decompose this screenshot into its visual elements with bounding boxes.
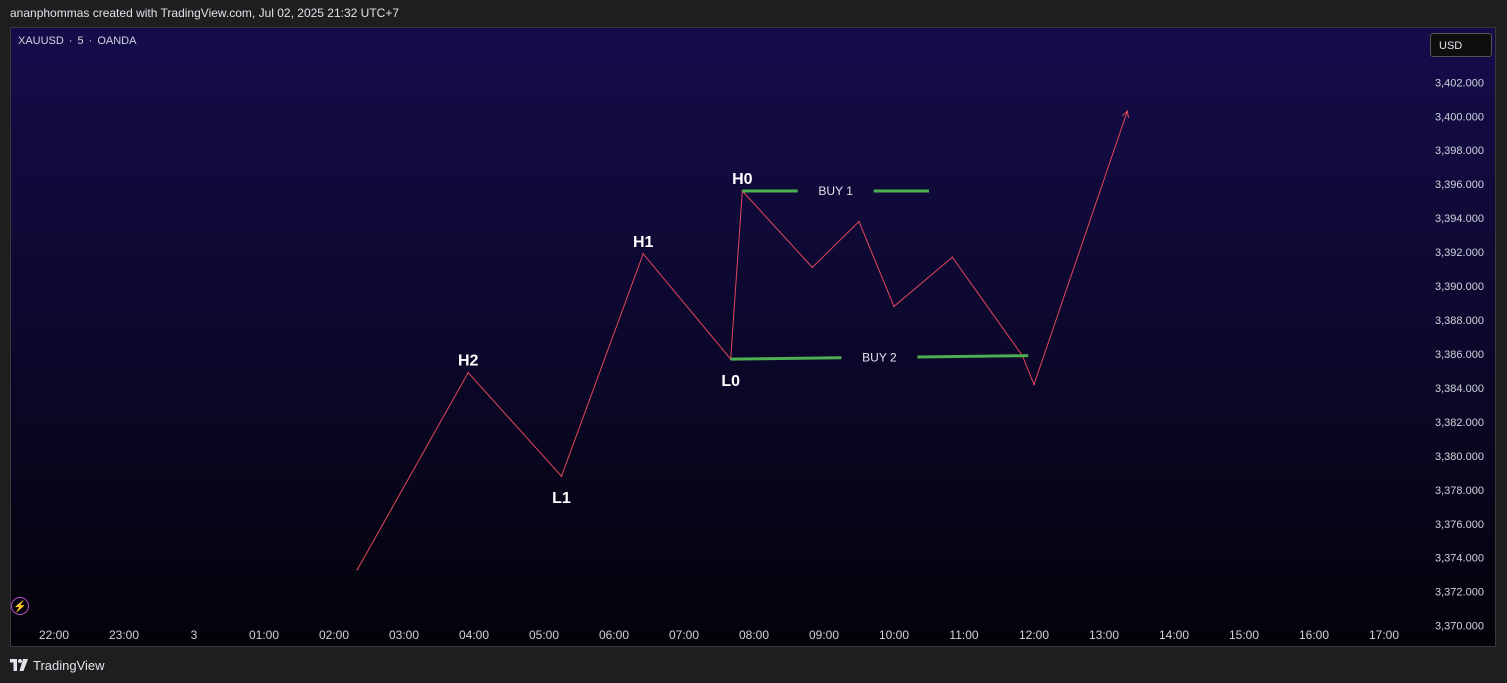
buy-level-label: BUY 2 bbox=[862, 350, 897, 364]
footer-brand[interactable]: TradingView bbox=[10, 655, 105, 675]
x-tick-label: 05:00 bbox=[529, 628, 559, 642]
y-tick-label: 3,384.000 bbox=[1435, 383, 1484, 395]
price-point bbox=[951, 256, 954, 259]
pivot-label: H0 bbox=[732, 171, 753, 188]
x-tick-label: 07:00 bbox=[669, 628, 699, 642]
x-tick-label: 04:00 bbox=[459, 628, 489, 642]
buy-level-label: BUY 1 bbox=[818, 184, 853, 198]
y-tick-label: 3,396.000 bbox=[1435, 179, 1484, 191]
x-tick-label: 03:00 bbox=[389, 628, 419, 642]
y-tick-label: 3,402.000 bbox=[1435, 77, 1484, 89]
y-tick-label: 3,376.000 bbox=[1435, 519, 1484, 531]
price-chart[interactable]: 22:00 23:00 3 01:00 02:00 03:00 04:00 05:00 06:0… bbox=[11, 28, 1495, 646]
x-tick-label: 02:00 bbox=[319, 628, 349, 642]
y-tick-label: 3,374.000 bbox=[1435, 553, 1484, 565]
x-tick-label: 14:00 bbox=[1159, 628, 1189, 642]
y-tick-label: 3,400.000 bbox=[1435, 111, 1484, 123]
price-point bbox=[560, 475, 563, 478]
y-tick-label: 3,392.000 bbox=[1435, 247, 1484, 259]
pivot-label: L0 bbox=[721, 373, 740, 390]
x-tick-label: 06:00 bbox=[599, 628, 629, 642]
x-tick-label: 12:00 bbox=[1019, 628, 1049, 642]
pivot-label: H2 bbox=[458, 353, 479, 370]
x-tick-label: 08:00 bbox=[739, 628, 769, 642]
x-tick-label: 11:00 bbox=[949, 628, 978, 642]
x-tick-label: 17:00 bbox=[1369, 628, 1399, 642]
x-tick-label: 3 bbox=[191, 628, 198, 642]
y-tick-label: 3,372.000 bbox=[1435, 587, 1484, 599]
attribution-header: ananphommas created with TradingView.com… bbox=[10, 6, 400, 20]
price-point bbox=[811, 266, 814, 269]
y-tick-label: 3,390.000 bbox=[1435, 281, 1484, 293]
price-point bbox=[1033, 383, 1035, 386]
pivot-label: L1 bbox=[552, 490, 571, 507]
y-tick-label: 3,398.000 bbox=[1435, 145, 1484, 157]
tradingview-logo-icon bbox=[10, 659, 28, 671]
brand-label: TradingView bbox=[33, 657, 105, 673]
y-tick-label: 3,380.000 bbox=[1435, 451, 1484, 463]
y-tick-label: 3,370.000 bbox=[1435, 621, 1484, 633]
buy-level-line bbox=[730, 356, 842, 361]
buy-level-line bbox=[917, 354, 1029, 359]
x-tick-label: 23:00 bbox=[109, 628, 139, 642]
x-tick-label: 15:00 bbox=[1229, 628, 1259, 642]
price-point bbox=[356, 568, 359, 571]
price-point bbox=[893, 305, 895, 308]
y-tick-label: 3,386.000 bbox=[1435, 349, 1484, 361]
price-point bbox=[642, 253, 644, 255]
pivot-label: H1 bbox=[633, 234, 654, 251]
price-point bbox=[858, 220, 860, 223]
x-tick-label: 13:00 bbox=[1089, 628, 1119, 642]
price-point bbox=[467, 371, 469, 374]
y-tick-label: 3,388.000 bbox=[1435, 315, 1484, 327]
x-tick-label: 22:00 bbox=[39, 628, 69, 642]
y-tick-label: 3,378.000 bbox=[1435, 485, 1484, 497]
x-tick-label: 10:00 bbox=[879, 628, 909, 642]
x-tick-label: 16:00 bbox=[1299, 628, 1329, 642]
lightning-icon[interactable]: ⚡ bbox=[11, 597, 29, 615]
x-tick-label: 09:00 bbox=[809, 628, 839, 642]
chart-panel[interactable]: XAUUSD · 5 · OANDA USD 22:00 23:00 3 01:00 02:00… bbox=[10, 27, 1496, 647]
x-tick-label: 01:00 bbox=[249, 628, 279, 642]
y-tick-label: 3,382.000 bbox=[1435, 417, 1484, 429]
y-tick-label: 3,394.000 bbox=[1435, 213, 1484, 225]
